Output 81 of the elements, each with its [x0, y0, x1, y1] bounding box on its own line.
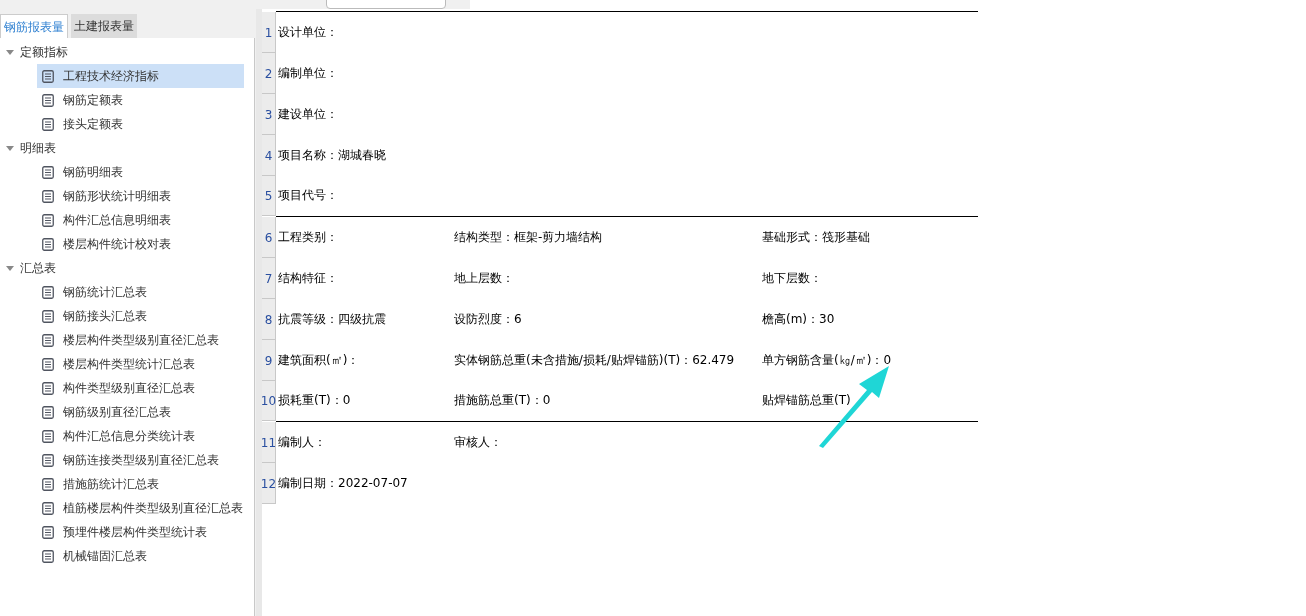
report-field: 编制人： [276, 433, 452, 463]
tree-item[interactable]: 钢筋定额表 [37, 88, 244, 112]
report-field: 措施筋总重(T)：0 [452, 391, 760, 421]
document-icon [42, 189, 54, 203]
row-number: 11 [262, 422, 276, 463]
tree-item[interactable]: 楼层构件类型级别直径汇总表 [37, 328, 244, 352]
row-number: 7 [262, 258, 276, 299]
report-field: 损耗重(T)：0 [276, 391, 452, 421]
report-field: 檐高(m)：30 [760, 310, 976, 340]
report-field: 项目代号： [276, 186, 452, 216]
tree-item[interactable]: 措施筋统计汇总表 [37, 472, 244, 496]
report-field: 结构类型：框架-剪力墙结构 [452, 228, 760, 258]
report-field: 地下层数： [760, 269, 976, 299]
tree-item[interactable]: 构件汇总信息明细表 [37, 208, 244, 232]
document-icon [42, 405, 54, 419]
row-number: 2 [262, 53, 276, 94]
report-field: 建筑面积(㎡)： [276, 351, 452, 381]
tree-item[interactable]: 构件类型级别直径汇总表 [37, 376, 244, 400]
document-icon [42, 525, 54, 539]
report-field: 地上层数： [452, 269, 760, 299]
tree-item[interactable]: 植筋楼层构件类型级别直径汇总表 [37, 496, 244, 520]
tree-group-label[interactable]: 明细表 [20, 139, 56, 157]
document-icon [42, 477, 54, 491]
document-icon [42, 429, 54, 443]
report-field: 编制日期：2022-07-07 [276, 474, 452, 504]
caret-icon[interactable] [6, 48, 14, 56]
tree-item[interactable]: 钢筋形状统计明细表 [37, 184, 244, 208]
tree-item[interactable]: 预埋件楼层构件类型统计表 [37, 520, 244, 544]
tree-item[interactable]: 钢筋级别直径汇总表 [37, 400, 244, 424]
document-icon [42, 357, 54, 371]
row-number: 3 [262, 94, 276, 135]
document-icon [42, 117, 54, 131]
document-icon [42, 549, 54, 563]
tab[interactable]: 土建报表量 [71, 14, 137, 38]
report-field: 基础形式：筏形基础 [760, 228, 976, 258]
tab[interactable]: 钢筋报表量 [0, 14, 68, 38]
row-number: 6 [262, 217, 276, 258]
tree-item[interactable]: 楼层构件类型统计汇总表 [37, 352, 244, 376]
document-icon [42, 501, 54, 515]
row-number: 12 [262, 463, 276, 504]
tree-item[interactable]: 构件汇总信息分类统计表 [37, 424, 244, 448]
document-icon [42, 333, 54, 347]
tree-item[interactable]: 钢筋连接类型级别直径汇总表 [37, 448, 244, 472]
row-number: 9 [262, 340, 276, 381]
report-field: 设计单位： [276, 23, 452, 53]
tree-item[interactable]: 接头定额表 [37, 112, 244, 136]
document-icon [42, 93, 54, 107]
row-number: 10 [262, 381, 276, 421]
row-number: 1 [262, 12, 276, 53]
document-icon [42, 237, 54, 251]
report-field: 审核人： [452, 433, 760, 463]
report-field: 建设单位： [276, 105, 452, 135]
report-field: 工程类别： [276, 228, 452, 258]
row-number: 5 [262, 176, 276, 216]
tree-group-label[interactable]: 汇总表 [20, 259, 56, 277]
tree-group-label[interactable]: 定额指标 [20, 43, 68, 61]
document-icon [42, 285, 54, 299]
report-field: 设防烈度：6 [452, 310, 760, 340]
document-icon [42, 69, 54, 83]
caret-icon[interactable] [6, 144, 14, 152]
row-number: 8 [262, 299, 276, 340]
tree-item[interactable]: 钢筋统计汇总表 [37, 280, 244, 304]
document-icon [42, 213, 54, 227]
report-field: 编制单位： [276, 64, 452, 94]
tree-item[interactable]: 机械锚固汇总表 [37, 544, 244, 568]
report-field: 单方钢筋含量(㎏/㎡)：0 [760, 351, 976, 381]
tree-item[interactable]: 钢筋明细表 [37, 160, 244, 184]
report-field: 结构特征： [276, 269, 452, 299]
caret-icon[interactable] [6, 264, 14, 272]
tree-item[interactable]: 钢筋接头汇总表 [37, 304, 244, 328]
tree-item[interactable]: 楼层构件统计校对表 [37, 232, 244, 256]
report-field: 项目名称：湖城春晓 [276, 146, 452, 176]
document-icon [42, 453, 54, 467]
report-field: 抗震等级：四级抗震 [276, 310, 452, 340]
row-number: 4 [262, 135, 276, 176]
report-field: 实体钢筋总重(未含措施/损耗/贴焊锚筋)(T)：62.479 [452, 351, 760, 381]
report-field: 贴焊锚筋总重(T) [760, 391, 976, 421]
document-icon [42, 309, 54, 323]
tree-item[interactable]: 工程技术经济指标 [37, 64, 244, 88]
document-icon [42, 165, 54, 179]
document-icon [42, 381, 54, 395]
